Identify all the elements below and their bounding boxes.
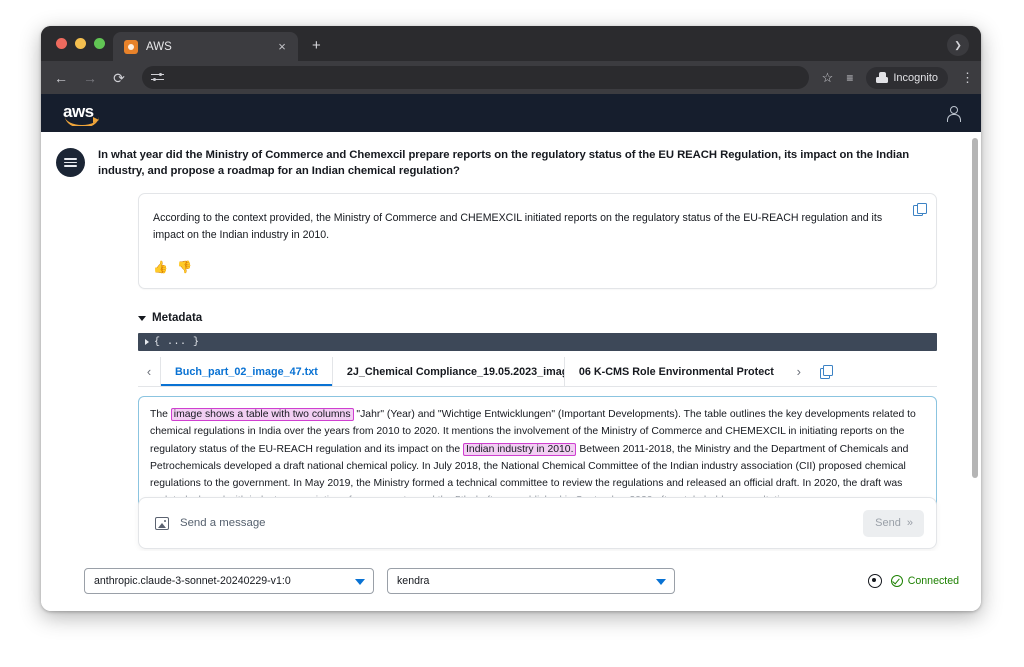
close-window-button[interactable] [56,38,67,49]
copy-source-button[interactable] [810,357,835,386]
chevrons-right-icon: » [906,517,913,529]
settings-sliders-icon [151,71,164,84]
chat-content-area: In what year did the Ministry of Commerc… [41,132,981,611]
window-controls[interactable] [51,26,113,61]
tabs-prev-icon[interactable]: ‹ [138,357,160,386]
metadata-header[interactable]: Metadata [138,311,937,324]
incognito-icon [876,72,889,83]
answer-text: According to the context provided, the M… [153,211,883,242]
close-icon[interactable]: × [275,40,289,53]
thumbs-down-icon[interactable]: 👎 [177,260,192,274]
bookmark-star-icon[interactable]: ☆ [822,70,834,86]
source-tab-label: 2J_Chemical Compliance_19.05.2023_image_… [346,365,564,378]
browser-tabstrip: AWS × + ❯ [41,26,981,61]
maximize-window-button[interactable] [94,38,105,49]
send-button-label: Send [875,517,901,529]
address-bar[interactable] [142,66,809,89]
question-text: In what year did the Ministry of Commerc… [98,149,910,178]
new-tab-icon[interactable]: + [312,38,321,53]
aws-top-navigation: aws [41,94,981,132]
status-label: Connected [907,575,959,587]
source-tab-label: 06 K-CMS Role Environmental Protect [578,365,774,378]
send-button[interactable]: Send » [863,509,924,537]
menu-kebab-icon[interactable]: ⋮ [961,71,974,84]
forward-icon[interactable]: → [82,71,98,85]
copy-icon [819,365,834,379]
source-tab-label: Buch_part_02_image_47.txt [175,365,318,378]
page-viewport: aws In what year did the Ministry of Com… [41,94,981,611]
thumbs-up-icon[interactable]: 👍 [153,260,168,274]
message-composer[interactable]: Send a message Send » [138,497,937,549]
image-attach-icon[interactable] [155,516,169,530]
vertical-scrollbar[interactable] [971,132,980,611]
scrollbar-thumb[interactable] [972,138,978,478]
question-row: In what year did the Ministry of Commerc… [41,132,981,180]
chevron-down-icon[interactable]: ❯ [947,34,969,56]
menu-lines-icon [64,158,77,167]
answer-card: According to the context provided, the M… [138,192,937,290]
status-badge: Connected [890,575,959,587]
retriever-select[interactable]: kendra [387,568,675,594]
browser-tab-aws[interactable]: AWS × [113,32,298,61]
copy-answer-button[interactable] [913,202,927,217]
aws-smile-icon [65,117,99,126]
metadata-section: Metadata { ... } ‹ Buch_part_02_image_47… [138,311,937,521]
back-icon[interactable]: ← [53,71,69,85]
aws-logo[interactable]: aws [63,100,105,126]
browser-toolbar: ← → ⟳ ☆ ≡ Incognito ⋮ [41,61,981,94]
model-select-value: anthropic.claude-3-sonnet-20240229-v1:0 [94,575,291,587]
copy-icon [913,202,927,217]
favicon-icon [124,39,138,54]
chevron-right-icon[interactable] [145,339,149,346]
metadata-title: Metadata [152,311,203,325]
check-circle-icon [890,575,903,587]
reload-icon[interactable]: ⟳ [111,71,127,85]
avatar [56,148,85,177]
excerpt-highlight-1: image shows a table with two columns [170,408,354,422]
user-account-icon[interactable] [945,105,961,122]
incognito-indicator[interactable]: Incognito [866,66,948,89]
minimize-window-button[interactable] [75,38,86,49]
footer-bar: anthropic.claude-3-sonnet-20240229-v1:0 … [41,551,981,611]
retriever-select-value: kendra [397,575,430,587]
settings-gear-icon[interactable] [867,574,882,588]
excerpt-highlight-2: Indian industry in 2010. [463,442,577,456]
feedback-row: 👍 👎 [153,260,916,274]
excerpt-segment-1: The [150,409,171,421]
chevron-down-icon [138,315,146,321]
chevron-down-icon [656,579,666,585]
source-document-tabs: ‹ Buch_part_02_image_47.txt 2J_Chemical … [138,357,937,388]
chevron-down-icon [355,579,365,585]
source-tab-1[interactable]: 2J_Chemical Compliance_19.05.2023_image_… [331,357,564,387]
source-tab-0[interactable]: Buch_part_02_image_47.txt [160,357,332,387]
source-tab-2[interactable]: 06 K-CMS Role Environmental Protect [563,357,788,387]
json-collapsed-label: { ... } [154,336,200,348]
browser-tab-title: AWS [146,40,172,53]
browser-window: AWS × + ❯ ← → ⟳ ☆ ≡ Incognito ⋮ aws In w… [41,26,981,611]
json-collapsed-row[interactable]: { ... } [138,333,937,352]
footer-status-group: Connected [867,574,959,588]
message-input[interactable]: Send a message [180,517,852,529]
page-root: AWS × + ❯ ← → ⟳ ☆ ≡ Incognito ⋮ aws In w… [0,0,1024,667]
model-select[interactable]: anthropic.claude-3-sonnet-20240229-v1:0 [84,568,374,594]
share-list-icon[interactable]: ≡ [846,71,853,85]
tabs-next-icon[interactable]: › [788,357,810,386]
incognito-label: Incognito [893,71,938,84]
